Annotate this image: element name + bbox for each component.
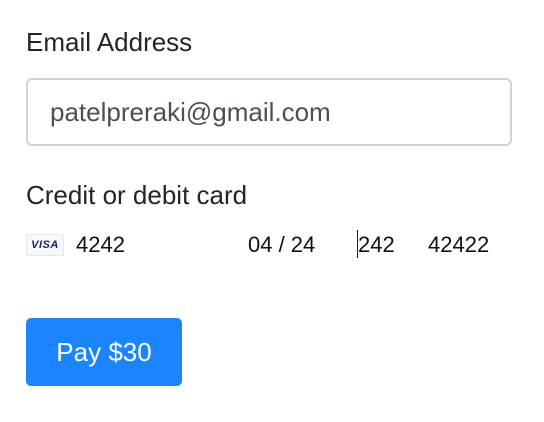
card-expiry-field[interactable]: 04 / 24 [248,228,315,262]
email-field[interactable]: patelpreraki@gmail.com [26,78,512,146]
card-element[interactable]: VISA 4242 04 / 24 242 42422 [26,228,512,262]
email-label: Email Address [26,27,193,57]
card-postal-field[interactable]: 42422 [428,228,489,262]
card-number-field[interactable]: 4242 [76,228,125,262]
card-label: Credit or debit card [26,180,248,210]
visa-card-icon: VISA [26,234,64,256]
card-cvc-field[interactable]: 242 [358,228,395,262]
email-value: patelpreraki@gmail.com [50,96,331,127]
pay-button[interactable]: Pay $30 [26,318,182,386]
visa-brand-text: VISA [31,238,59,251]
